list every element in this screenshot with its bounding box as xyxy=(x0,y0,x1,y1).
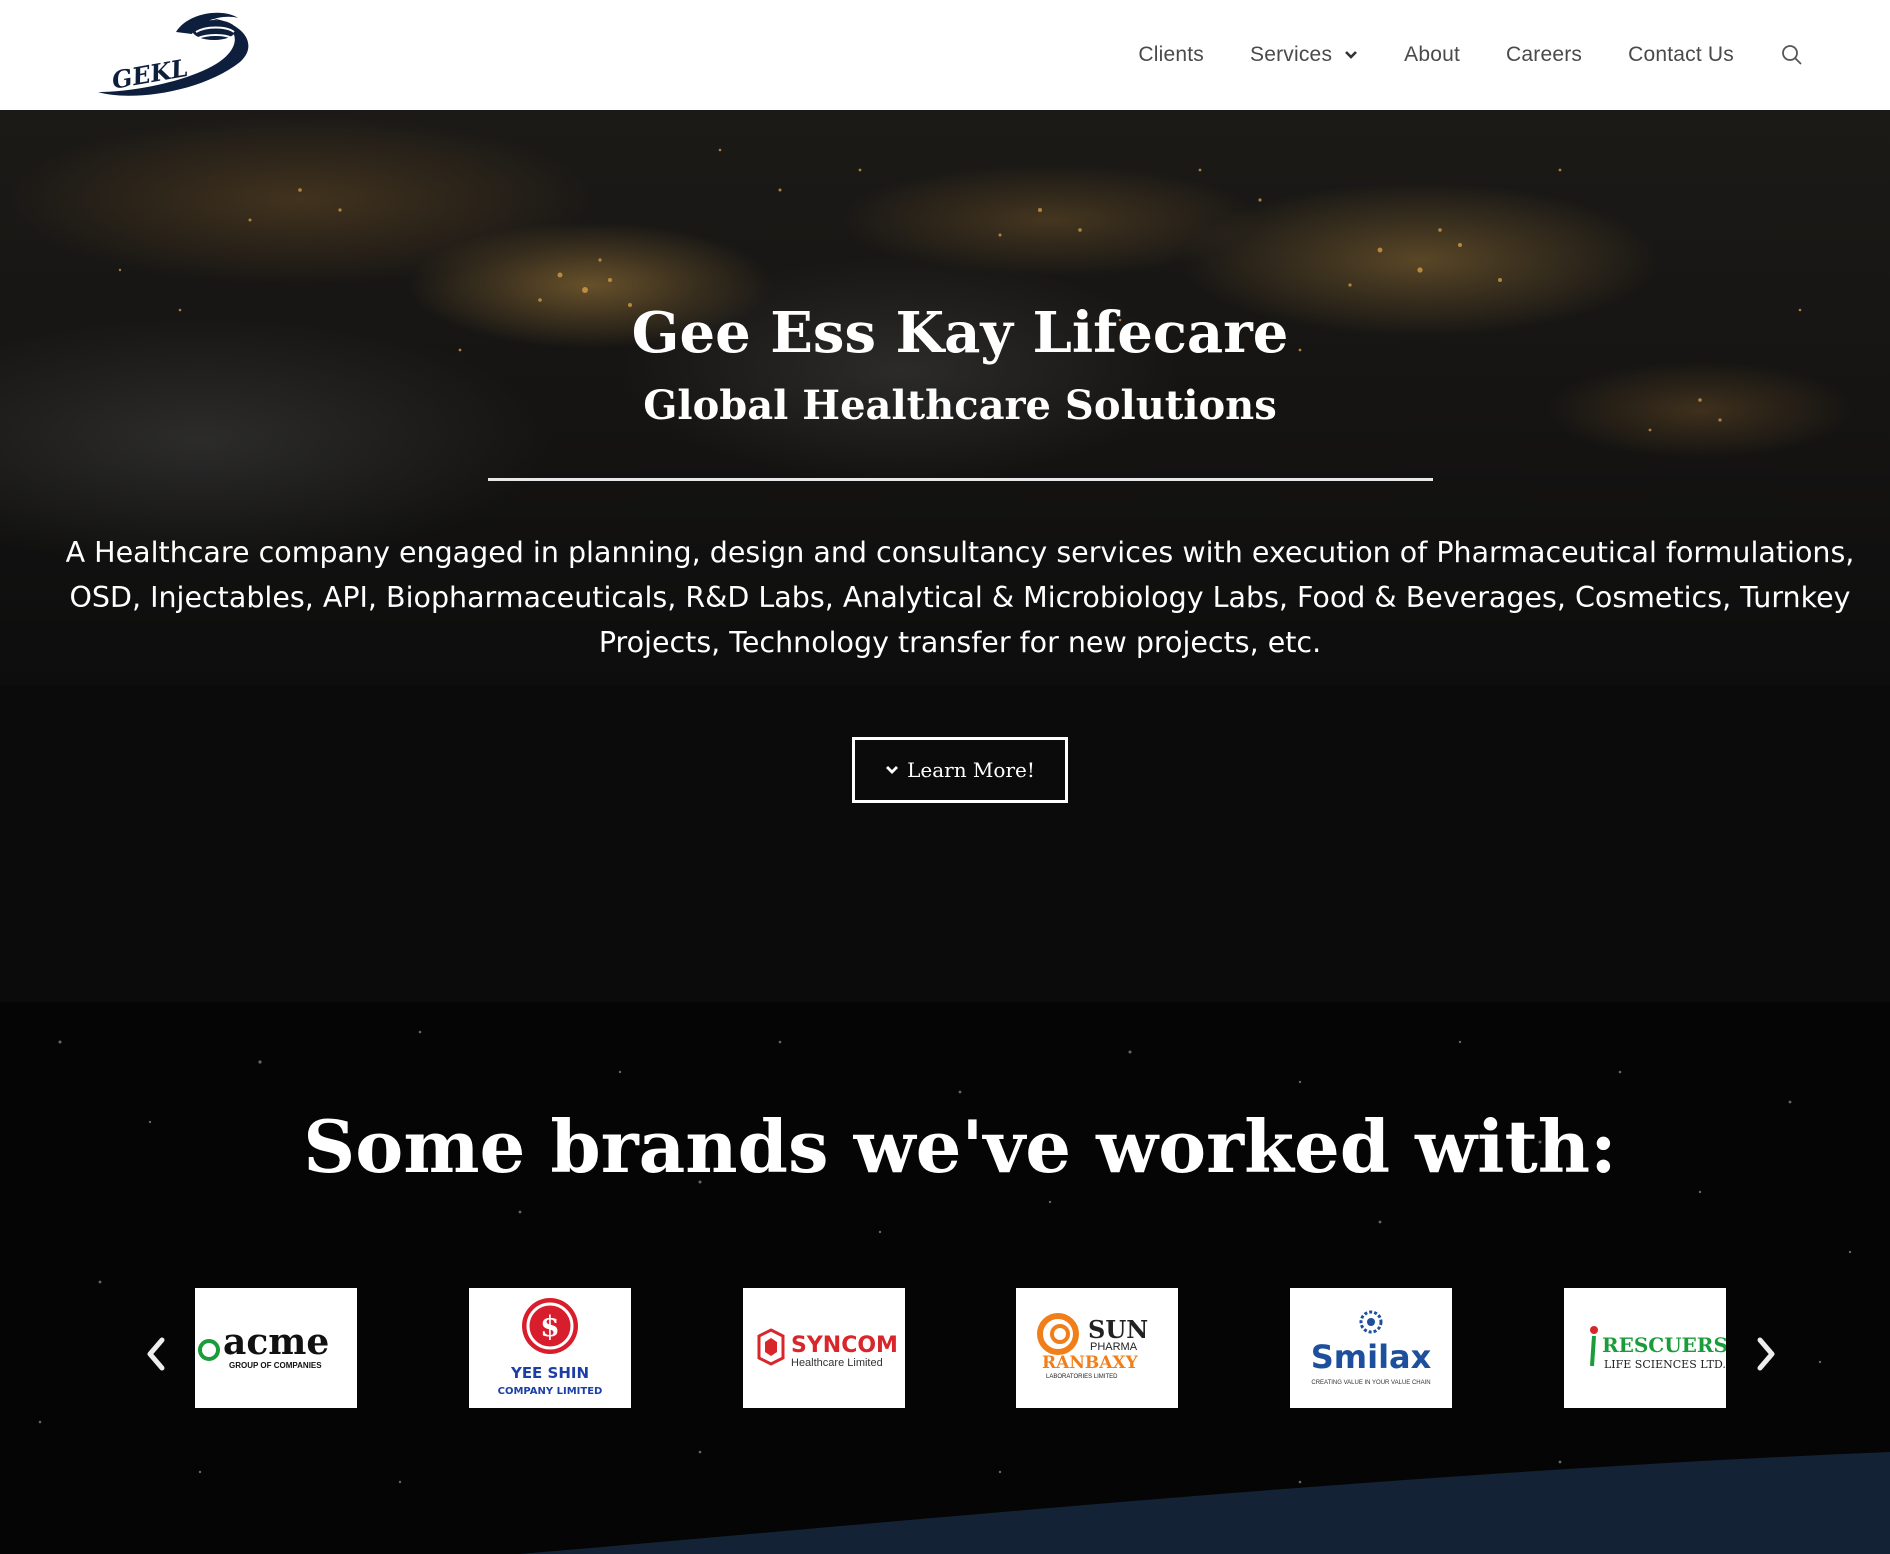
search-icon[interactable] xyxy=(1780,43,1804,67)
chevron-down-icon xyxy=(1345,51,1358,59)
nav-services-link[interactable]: Services xyxy=(1250,43,1358,67)
svg-text:acme: acme xyxy=(223,1321,329,1363)
hero-section: Gee Ess Kay Lifecare Global Healthcare S… xyxy=(0,110,1890,1002)
nav-about-link[interactable]: About xyxy=(1404,43,1460,67)
svg-text:COMPANY LIMITED: COMPANY LIMITED xyxy=(498,1386,603,1397)
svg-text:SYNCOM: SYNCOM xyxy=(791,1333,898,1358)
nav-contact-label: Contact Us xyxy=(1628,43,1734,66)
brands-section: Some brands we've worked with: acme GROU… xyxy=(0,1002,1890,1554)
nav-careers-link[interactable]: Careers xyxy=(1506,43,1582,67)
svg-text:SUN: SUN xyxy=(1088,1315,1148,1344)
brand-logo-syncom[interactable]: SYNCOM Healthcare Limited xyxy=(743,1288,905,1408)
gekl-logo-icon: GEKL xyxy=(98,12,249,96)
brands-title: Some brands we've worked with: xyxy=(303,1104,1617,1189)
brand-logo-acme[interactable]: acme GROUP OF COMPANIES xyxy=(195,1288,357,1408)
chevron-down-icon xyxy=(886,766,899,774)
site-header: GEKL Clients Services About Careers Cont… xyxy=(0,0,1890,110)
svg-text:LABORATORIES LIMITED: LABORATORIES LIMITED xyxy=(1046,1374,1118,1380)
nav-clients-link[interactable]: Clients xyxy=(1138,43,1204,67)
learn-more-label: Learn More! xyxy=(907,758,1035,782)
nav-services-label: Services xyxy=(1250,43,1333,66)
svg-text:RANBAXY: RANBAXY xyxy=(1042,1353,1139,1373)
nav-clients-label: Clients xyxy=(1138,43,1205,66)
sun-pharma-logo-icon: SUN PHARMA RANBAXY LABORATORIES LIMITED xyxy=(1037,1313,1148,1380)
hero-subtitle: Global Healthcare Solutions xyxy=(643,382,1277,429)
learn-more-button[interactable]: Learn More! xyxy=(852,737,1068,803)
svg-text:Smilax: Smilax xyxy=(1311,1338,1432,1376)
brand-logo-rescuers[interactable]: RESCUERS LIFE SCIENCES LTD. xyxy=(1564,1288,1726,1408)
brand-logo-sun-pharma[interactable]: SUN PHARMA RANBAXY LABORATORIES LIMITED xyxy=(1016,1288,1178,1408)
svg-text:YEE SHIN: YEE SHIN xyxy=(510,1364,589,1382)
hero-lower-band xyxy=(0,685,1890,1002)
smilax-logo-icon: Smilax CREATING VALUE IN YOUR VALUE CHAI… xyxy=(1311,1310,1432,1386)
nav-careers-label: Careers xyxy=(1506,43,1583,66)
brand-logo-smilax[interactable]: Smilax CREATING VALUE IN YOUR VALUE CHAI… xyxy=(1290,1288,1452,1408)
svg-text:Healthcare Limited: Healthcare Limited xyxy=(791,1357,883,1369)
chevron-left-icon[interactable] xyxy=(140,1332,170,1376)
main-nav: Clients Services About Careers Contact U… xyxy=(1092,0,1804,110)
svg-text:PHARMA: PHARMA xyxy=(1090,1341,1138,1353)
svg-text:LIFE SCIENCES LTD.: LIFE SCIENCES LTD. xyxy=(1604,1358,1726,1371)
site-logo[interactable]: GEKL xyxy=(92,4,252,104)
yee-shin-logo-icon: $ YEE SHIN COMPANY LIMITED xyxy=(498,1298,603,1397)
svg-text:GROUP OF COMPANIES: GROUP OF COMPANIES xyxy=(229,1361,322,1370)
nav-contact-link[interactable]: Contact Us xyxy=(1628,43,1734,67)
hero-divider xyxy=(488,478,1433,481)
brand-logo-yee-shin[interactable]: $ YEE SHIN COMPANY LIMITED xyxy=(469,1288,631,1408)
svg-text:RESCUERS: RESCUERS xyxy=(1602,1333,1726,1357)
hero-description: A Healthcare company engaged in planning… xyxy=(65,536,1855,659)
rescuers-logo-icon: RESCUERS LIFE SCIENCES LTD. xyxy=(1590,1326,1726,1371)
syncom-logo-icon: SYNCOM Healthcare Limited xyxy=(757,1328,898,1369)
hero-title: Gee Ess Kay Lifecare xyxy=(631,300,1289,366)
nav-about-label: About xyxy=(1404,43,1461,66)
svg-text:CREATING VALUE IN YOUR VALUE C: CREATING VALUE IN YOUR VALUE CHAIN xyxy=(1311,1380,1430,1386)
chevron-right-icon[interactable] xyxy=(1752,1332,1782,1376)
earth-horizon xyxy=(520,1452,1890,1554)
svg-text:$: $ xyxy=(540,1310,559,1343)
acme-logo-icon: acme GROUP OF COMPANIES xyxy=(198,1321,329,1370)
